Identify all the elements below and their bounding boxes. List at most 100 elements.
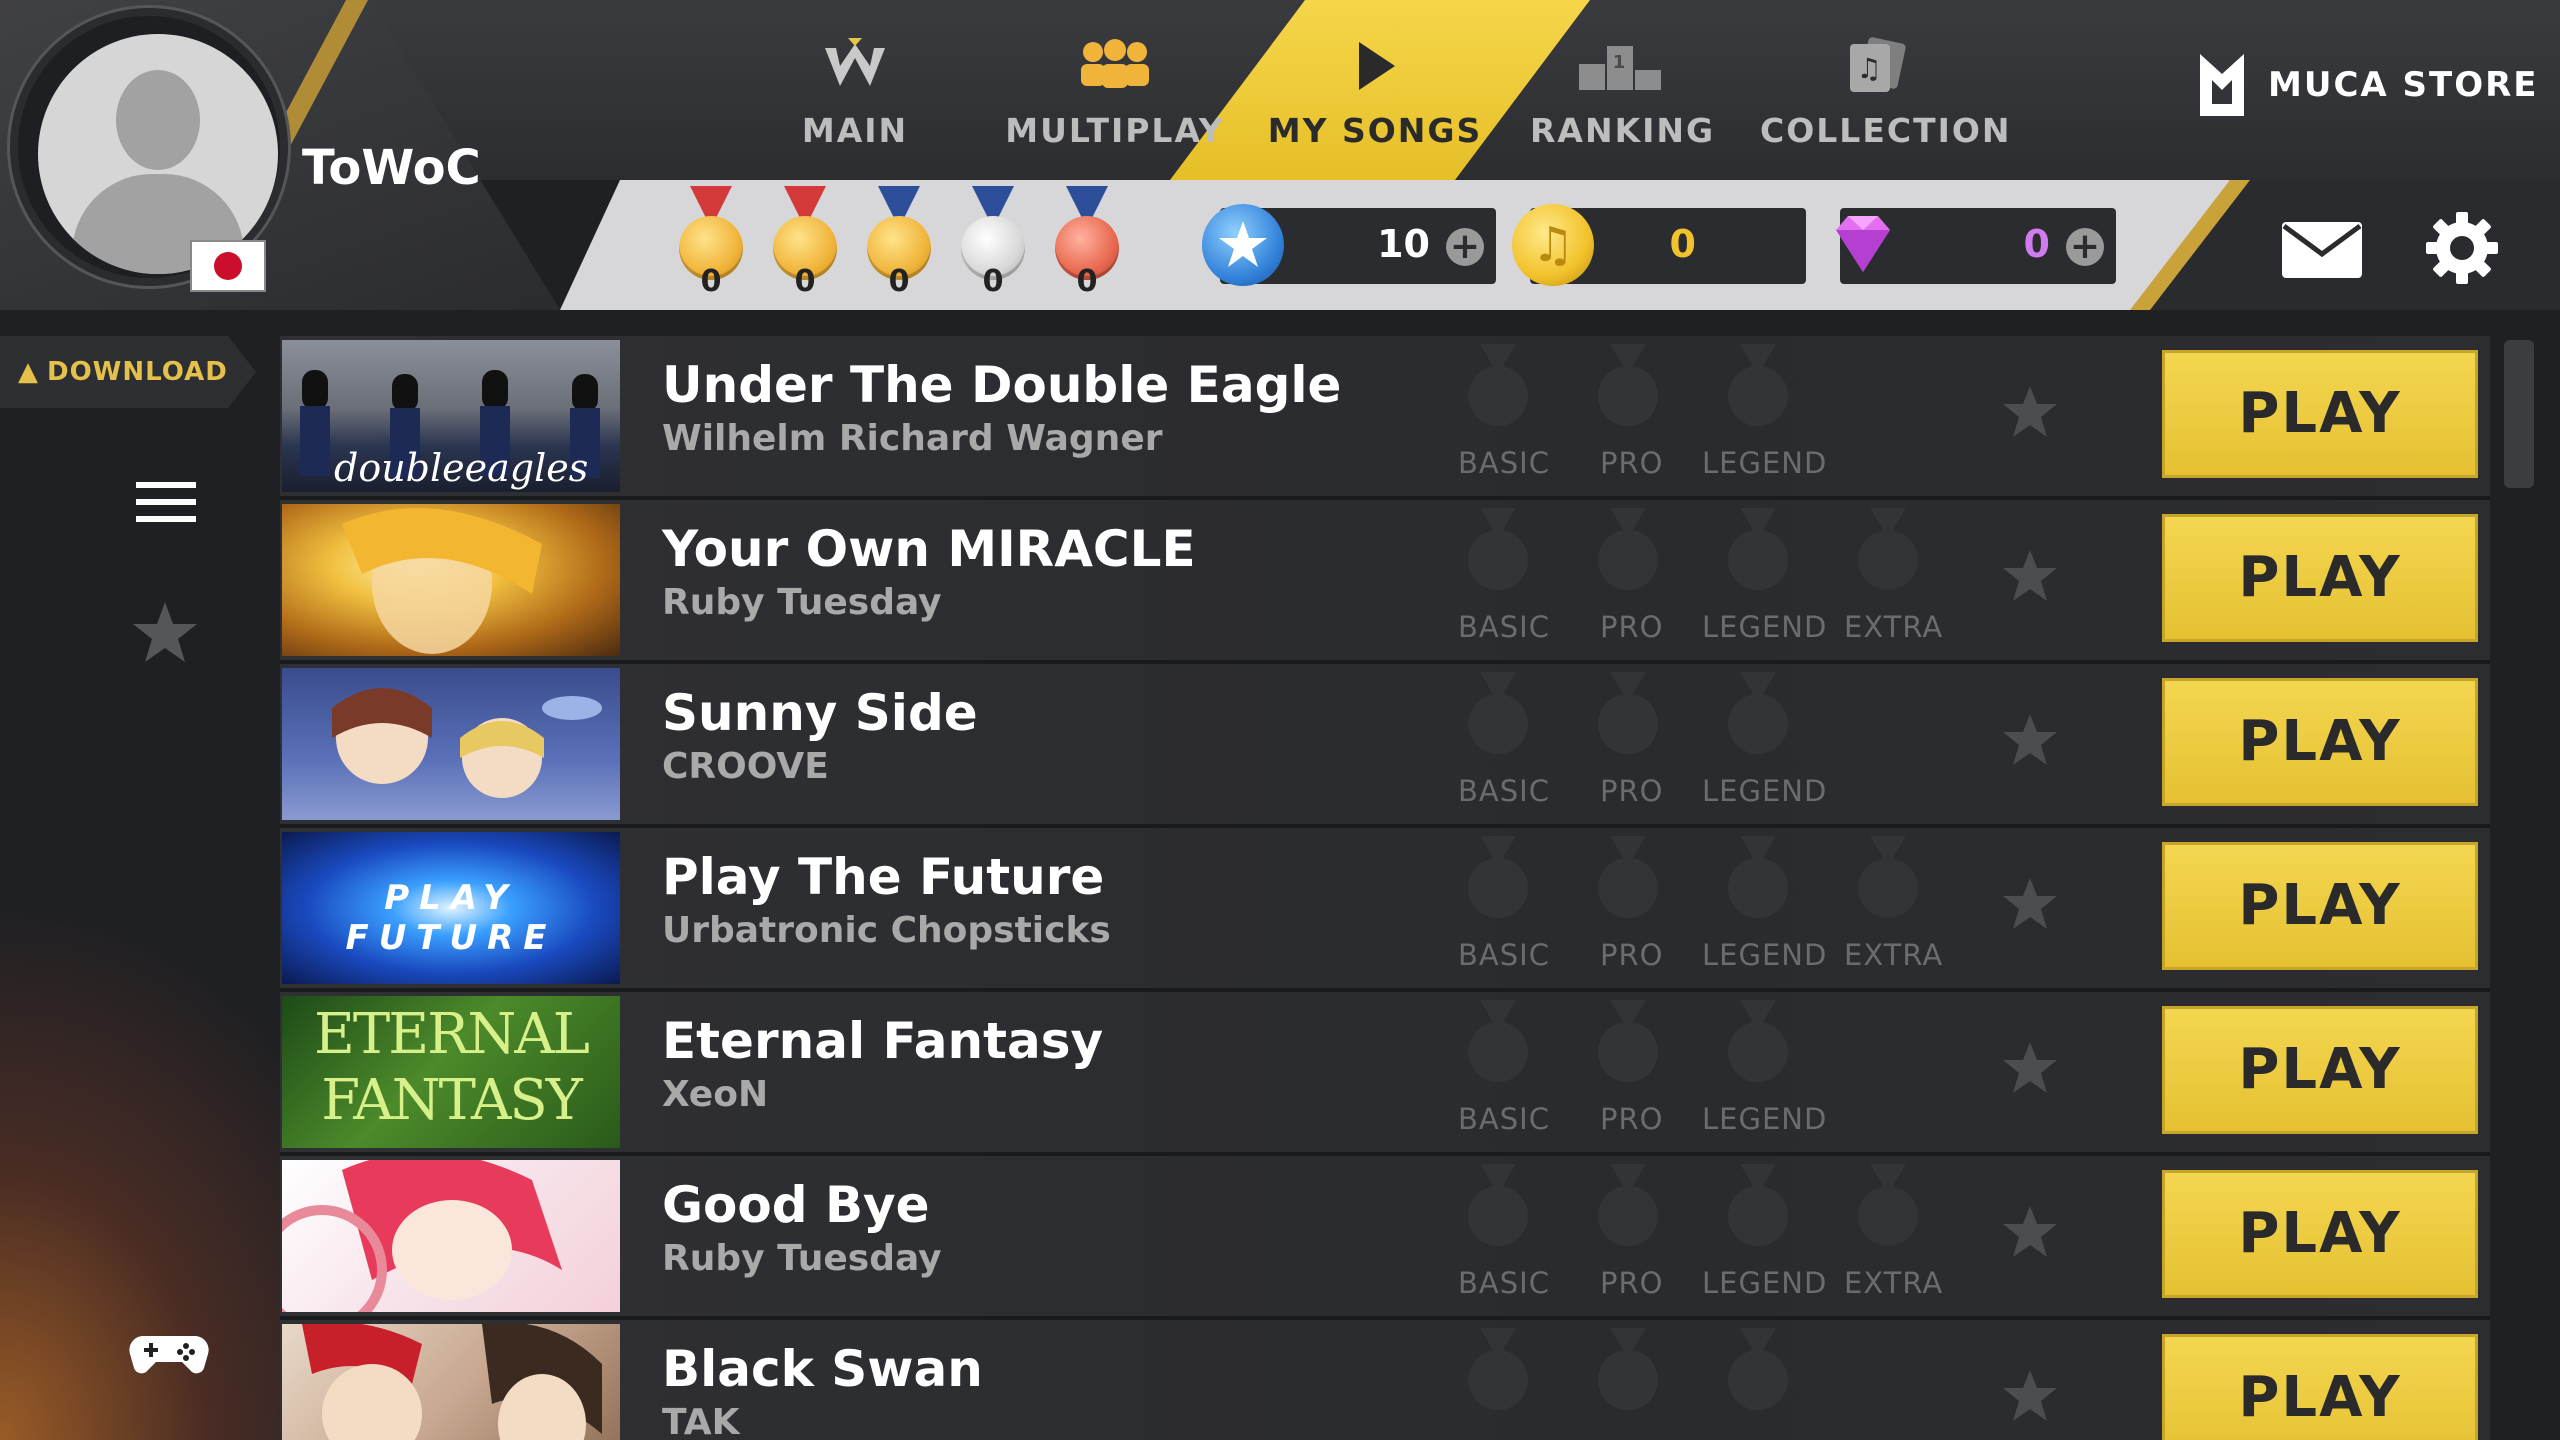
pro-medal-placeholder-icon bbox=[1588, 1164, 1668, 1264]
song-title: Black Swan bbox=[662, 1340, 983, 1398]
favorite-star-icon[interactable] bbox=[2000, 548, 2060, 604]
play-button[interactable]: PLAY bbox=[2162, 842, 2478, 970]
note-currency: ♫ 0 bbox=[1512, 204, 1806, 286]
difficulty-basic: BASIC bbox=[1458, 1266, 1550, 1300]
star-currency: 10 + bbox=[1202, 204, 1496, 286]
podium-icon: 1 bbox=[1579, 46, 1661, 90]
star-coin-icon bbox=[1202, 204, 1284, 286]
favorite-star-icon[interactable] bbox=[2000, 712, 2060, 768]
nav-my-songs-label: MY SONGS bbox=[1267, 111, 1483, 150]
mail-icon[interactable] bbox=[2280, 220, 2364, 280]
difficulty-legend: LEGEND bbox=[1702, 774, 1828, 808]
anime-pair-art-icon bbox=[302, 1324, 602, 1440]
favorite-star-icon[interactable] bbox=[2000, 1040, 2060, 1096]
play-button[interactable]: PLAY bbox=[2162, 350, 2478, 478]
song-artist: Ruby Tuesday bbox=[662, 582, 942, 623]
play-button[interactable]: PLAY bbox=[2162, 678, 2478, 806]
difficulty-basic: BASIC bbox=[1458, 446, 1550, 480]
favorite-star-icon[interactable] bbox=[2000, 384, 2060, 440]
medal-count: 0 bbox=[1076, 264, 1098, 299]
play-button[interactable]: PLAY bbox=[2162, 1334, 2478, 1440]
song-title: Eternal Fantasy bbox=[662, 1012, 1104, 1070]
nav-ranking[interactable]: 1 RANKING bbox=[1530, 30, 1716, 150]
legend-medal-placeholder-icon bbox=[1718, 1328, 1798, 1428]
add-stars-button[interactable]: + bbox=[1446, 228, 1484, 266]
favorite-star-icon[interactable] bbox=[2000, 1368, 2060, 1424]
song-thumbnail bbox=[282, 1324, 620, 1440]
favorite-star-icon[interactable] bbox=[2000, 876, 2060, 932]
difficulty-basic: BASIC bbox=[1458, 610, 1550, 644]
note-count: 0 bbox=[1669, 222, 1696, 266]
song-row[interactable]: Sunny Side CROOVE BASIC PRO LEGEND PLAY bbox=[280, 664, 2490, 828]
song-thumbnail: PLAY FUTURE bbox=[282, 832, 620, 984]
pro-medal-placeholder-icon bbox=[1588, 836, 1668, 936]
collection-cards-icon: ♫ bbox=[1850, 37, 1906, 92]
muca-store-label: MUCA STORE bbox=[2268, 65, 2539, 105]
song-artist: CROOVE bbox=[662, 746, 829, 787]
legend-medal-placeholder-icon bbox=[1718, 508, 1798, 608]
song-title: Sunny Side bbox=[662, 684, 978, 742]
nav-ranking-label: RANKING bbox=[1530, 111, 1716, 150]
song-artist: TAK bbox=[662, 1402, 740, 1440]
basic-medal-placeholder-icon bbox=[1458, 672, 1538, 772]
download-tab[interactable]: ▲ DOWNLOAD bbox=[0, 336, 256, 408]
play-button[interactable]: PLAY bbox=[2162, 1006, 2478, 1134]
song-row[interactable]: Good Bye Ruby Tuesday BASIC PRO LEGEND E… bbox=[280, 1156, 2490, 1320]
song-row[interactable]: Black Swan TAK PLAY bbox=[280, 1320, 2490, 1440]
nav-multiplay[interactable]: MULTIPLAY bbox=[1000, 30, 1230, 150]
gear-icon[interactable] bbox=[2424, 210, 2500, 286]
nav-multiplay-label: MULTIPLAY bbox=[1005, 111, 1225, 150]
anime-girl-art-icon bbox=[282, 1160, 562, 1312]
song-row[interactable]: Your Own MIRACLE Ruby Tuesday BASIC PRO … bbox=[280, 500, 2490, 664]
nav-collection-label: COLLECTION bbox=[1760, 111, 2012, 150]
legend-medal-placeholder-icon bbox=[1718, 672, 1798, 772]
scrollbar-thumb[interactable] bbox=[2504, 340, 2534, 488]
song-list-scrollbar[interactable] bbox=[2496, 336, 2536, 1440]
basic-medal-placeholder-icon bbox=[1458, 1164, 1538, 1264]
medal-bronze: 0 bbox=[1052, 186, 1122, 302]
favorite-star-icon[interactable] bbox=[2000, 1204, 2060, 1260]
difficulty-pro: PRO bbox=[1600, 774, 1664, 808]
multiplay-group-icon bbox=[1081, 39, 1149, 88]
play-button[interactable]: PLAY bbox=[2162, 1170, 2478, 1298]
song-row[interactable]: ETERNAL FANTASY Eternal Fantasy XeoN BAS… bbox=[280, 992, 2490, 1156]
gem-currency: 0 + bbox=[1836, 208, 2116, 284]
song-artist: XeoN bbox=[662, 1074, 769, 1115]
difficulty-legend: LEGEND bbox=[1702, 1266, 1828, 1300]
pro-medal-placeholder-icon bbox=[1588, 1328, 1668, 1428]
medal-count: 0 bbox=[794, 264, 816, 299]
song-row[interactable]: doubleeagles Under The Double Eagle Wilh… bbox=[280, 336, 2490, 500]
nav-collection[interactable]: ♫ COLLECTION bbox=[1760, 30, 2012, 150]
muca-logo-icon bbox=[2200, 54, 2244, 116]
pro-medal-placeholder-icon bbox=[1588, 672, 1668, 772]
basic-medal-placeholder-icon bbox=[1458, 1000, 1538, 1100]
triangle-up-icon: ▲ bbox=[18, 357, 39, 387]
nav-main-label: MAIN bbox=[801, 111, 909, 150]
song-row[interactable]: PLAY FUTURE Play The Future Urbatronic C… bbox=[280, 828, 2490, 992]
song-thumbnail bbox=[282, 504, 620, 656]
medal-gold-1: 0 bbox=[676, 186, 746, 302]
difficulty-pro: PRO bbox=[1600, 610, 1664, 644]
difficulty-pro: PRO bbox=[1600, 1266, 1664, 1300]
extra-medal-placeholder-icon bbox=[1848, 1164, 1928, 1264]
add-gems-button[interactable]: + bbox=[2066, 228, 2104, 266]
avatar-silhouette-icon bbox=[38, 34, 278, 274]
gamepad-icon[interactable] bbox=[128, 1330, 210, 1378]
nav-my-songs[interactable]: MY SONGS bbox=[1260, 30, 1490, 150]
song-thumbnail bbox=[282, 1160, 620, 1312]
download-label: DOWNLOAD bbox=[47, 357, 228, 387]
favorite-filter-star-icon[interactable] bbox=[130, 600, 200, 666]
hamburger-menu-icon[interactable] bbox=[134, 480, 198, 524]
muca-store-button[interactable]: MUCA STORE bbox=[2196, 50, 2539, 120]
song-list[interactable]: doubleeagles Under The Double Eagle Wilh… bbox=[280, 336, 2490, 1440]
basic-medal-placeholder-icon bbox=[1458, 836, 1538, 936]
difficulty-legend: LEGEND bbox=[1702, 446, 1828, 480]
difficulty-pro: PRO bbox=[1600, 1102, 1664, 1136]
nav-main[interactable]: MAIN bbox=[780, 30, 930, 150]
difficulty-extra: EXTRA bbox=[1844, 610, 1944, 644]
play-button[interactable]: PLAY bbox=[2162, 514, 2478, 642]
pro-medal-placeholder-icon bbox=[1588, 344, 1668, 444]
medal-silver: 0 bbox=[958, 186, 1028, 302]
anime-face-art-icon bbox=[342, 508, 542, 654]
pro-medal-placeholder-icon bbox=[1588, 1000, 1668, 1100]
